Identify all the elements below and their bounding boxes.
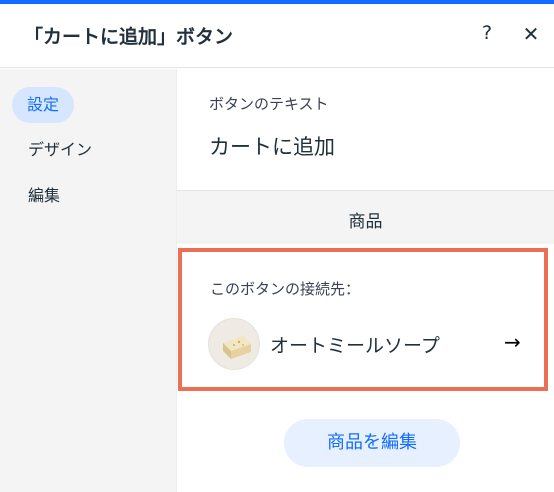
- product-name: オートミールソープ: [270, 335, 440, 357]
- section-title: 商品: [348, 212, 383, 232]
- product-thumbnail: [208, 318, 260, 370]
- button-text-input[interactable]: カートに追加: [209, 131, 335, 161]
- sidebar-item-settings[interactable]: 設定: [12, 87, 75, 123]
- soap-image-icon: [209, 319, 259, 369]
- product-section-header: 商品: [177, 190, 554, 244]
- connect-label: このボタンの接続先：: [210, 280, 361, 298]
- arrow-right-icon[interactable]: →: [504, 330, 521, 354]
- sidebar-item-edit[interactable]: 編集: [14, 178, 74, 214]
- connected-product-row[interactable]: オートミールソープ →: [208, 318, 528, 372]
- edit-product-button[interactable]: 商品を編集: [284, 419, 460, 467]
- connected-product-box: このボタンの接続先： オートミールソープ →: [178, 248, 548, 391]
- close-icon[interactable]: ✕: [520, 22, 542, 48]
- button-text-label: ボタンのテキスト: [209, 95, 329, 113]
- panel-title: 「カートに追加」ボタン: [24, 26, 234, 48]
- help-icon[interactable]: ?: [476, 22, 498, 48]
- settings-content: ボタンのテキスト カートに追加 商品 このボタンの接続先： オートミールソープ …: [177, 69, 554, 492]
- sidebar: 設定 デザイン 編集: [0, 69, 177, 492]
- panel-header: 「カートに追加」ボタン ? ✕: [0, 4, 554, 68]
- sidebar-item-design[interactable]: デザイン: [14, 132, 106, 168]
